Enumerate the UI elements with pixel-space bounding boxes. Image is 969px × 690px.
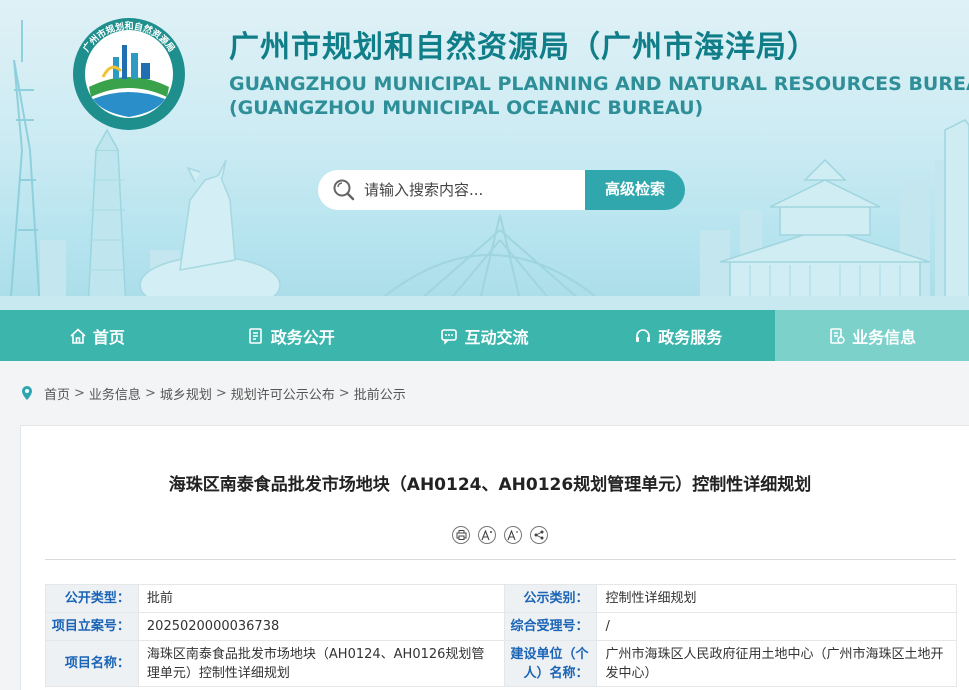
field-value: 广州市海珠区人民政府征用土地中心（广州市海珠区土地开发中心） [596, 640, 957, 687]
field-label: 项目立案号： [45, 612, 139, 641]
breadcrumb-separator: > [215, 385, 227, 401]
table-row: 公开类型： 批前 公示类别： 控制性详细规划 [45, 584, 957, 613]
share-icon[interactable] [530, 526, 548, 544]
article-panel: 海珠区南泰食品批发市场地块（AH0124、AH0126规划管理单元）控制性详细规… [20, 425, 969, 690]
advanced-search-button[interactable]: 高级检索 [585, 170, 685, 210]
nav-item-government-affairs[interactable]: 政务公开 [194, 310, 388, 361]
nav-item-services[interactable]: 政务服务 [581, 310, 775, 361]
headset-icon [636, 328, 651, 342]
font-decrease-icon[interactable] [504, 526, 522, 544]
field-value: / [596, 612, 957, 641]
main-nav: 首页 政务公开 互动交流 政务服务 业务信息 [0, 310, 969, 361]
field-label: 公开类型： [45, 584, 139, 613]
site-title-english-line2: (GUANGZHOU MUNICIPAL OCEANIC BUREAU) [229, 97, 704, 119]
print-icon[interactable] [452, 526, 470, 544]
nav-item-label: 互动交流 [464, 327, 529, 347]
field-value: 2025020000036738 [137, 612, 505, 641]
location-pin-icon [22, 386, 32, 400]
breadcrumb-separator: > [144, 385, 156, 401]
breadcrumb: 首页 > 业务信息 > 城乡规划 > 规划许可公示公布 > 批前公示 [20, 383, 406, 403]
field-label: 项目名称： [45, 640, 139, 687]
site-title-english-line1: GUANGZHOU MUNICIPAL PLANNING AND NATURAL… [229, 73, 969, 95]
nav-item-label: 首页 [92, 327, 125, 347]
article-tools [452, 526, 548, 544]
nav-item-business-info[interactable]: 业务信息 [775, 310, 969, 361]
field-value: 批前 [137, 584, 505, 613]
nav-item-home[interactable]: 首页 [0, 310, 194, 361]
field-label: 综合受理号： [503, 612, 598, 641]
project-info-table: 公开类型： 批前 公示类别： 控制性详细规划 项目立案号： 2025020000… [45, 584, 957, 687]
breadcrumb-home[interactable]: 首页 [44, 384, 70, 403]
document-icon [248, 327, 262, 344]
site-title-chinese: 广州市规划和自然资源局（广州市海洋局） [229, 30, 818, 65]
article-title: 海珠区南泰食品批发市场地块（AH0124、AH0126规划管理单元）控制性详细规… [168, 475, 812, 495]
breadcrumb-separator: > [338, 385, 350, 401]
field-value: 控制性详细规划 [596, 584, 957, 613]
site-header: 广州市规划和自然资源局 广州市规划和自然资源局（广州市海洋局） GUANGZHO… [0, 0, 969, 310]
home-icon [70, 327, 86, 344]
search-input[interactable] [364, 170, 574, 210]
breadcrumb-urban-planning[interactable]: 城乡规划 [160, 384, 212, 403]
font-increase-icon[interactable] [478, 526, 496, 544]
breadcrumb-pre-approval[interactable]: 批前公示 [354, 384, 406, 403]
search-box [318, 170, 586, 210]
table-row: 项目立案号： 2025020000036738 综合受理号： / [45, 612, 957, 641]
search-icon[interactable] [332, 178, 356, 202]
business-icon [830, 327, 845, 344]
table-row: 项目名称： 海珠区南泰食品批发市场地块（AH0124、AH0126规划管理单元）… [45, 640, 957, 687]
nav-item-label: 政务服务 [658, 327, 723, 347]
nav-item-interaction[interactable]: 互动交流 [388, 310, 582, 361]
title-divider [45, 559, 956, 560]
breadcrumb-separator: > [74, 385, 85, 401]
bureau-emblem-logo: 广州市规划和自然资源局 [73, 18, 185, 130]
chat-icon [441, 328, 458, 345]
breadcrumb-permit-publicity[interactable]: 规划许可公示公布 [231, 384, 335, 403]
field-value: 海珠区南泰食品批发市场地块（AH0124、AH0126规划管理单元）控制性详细规… [137, 640, 505, 687]
breadcrumb-business-info[interactable]: 业务信息 [89, 384, 141, 403]
field-label: 建设单位（个人）名称： [503, 640, 598, 687]
nav-item-label: 政务公开 [270, 327, 335, 347]
field-label: 公示类别： [503, 584, 598, 613]
nav-item-label: 业务信息 [852, 327, 917, 347]
